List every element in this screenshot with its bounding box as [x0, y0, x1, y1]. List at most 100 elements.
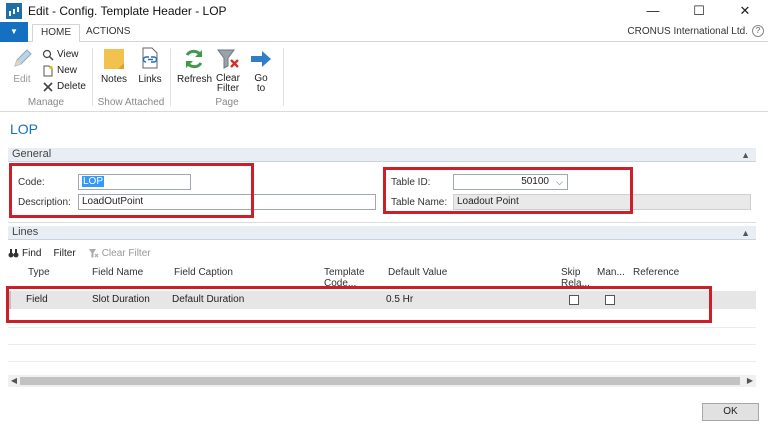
refresh-button[interactable]: Refresh: [177, 46, 213, 85]
find-button-label: Find: [22, 247, 42, 259]
edit-button-label: Edit: [13, 74, 31, 85]
skip-relation-checkbox[interactable]: [569, 295, 579, 305]
binoculars-icon: [8, 248, 19, 259]
table-row[interactable]: Field Slot Duration Default Duration 0.5…: [8, 291, 756, 309]
delete-x-icon: [42, 81, 54, 93]
table-id-field[interactable]: 50100 ⌵: [453, 174, 568, 190]
pencil-icon: [9, 46, 35, 72]
go-to-label-2: to: [256, 83, 266, 94]
column-header-skip-line1: Skip: [561, 267, 581, 278]
lines-fasttab-title: Lines: [12, 226, 39, 238]
lines-grid-header: Type Field Name Field Caption Template Co…: [8, 265, 756, 289]
scroll-left-icon[interactable]: ◀: [8, 375, 20, 387]
description-label: Description:: [18, 197, 71, 208]
tab-actions[interactable]: ACTIONS: [78, 24, 138, 43]
cell-field-caption[interactable]: Default Duration: [172, 294, 244, 305]
clear-filter-button[interactable]: Clear Filter: [213, 46, 243, 94]
ribbon-group-show-attached: Notes Links Show Attached: [93, 42, 169, 112]
clear-filter-icon: [215, 46, 241, 72]
column-header-default-value[interactable]: Default Value: [388, 267, 447, 278]
description-field[interactable]: LoadOutPoint: [78, 194, 376, 210]
window-title: Edit - Config. Template Header - LOP: [28, 4, 227, 18]
table-name-field: Loadout Point: [453, 194, 751, 210]
ribbon-group-page-label: Page: [215, 97, 239, 108]
general-fasttab-body: Code: LOP Description: LoadOutPoint Tabl…: [8, 163, 756, 223]
magnifier-icon: [42, 49, 54, 61]
scroll-right-icon[interactable]: ▶: [744, 375, 756, 387]
column-header-skip-line2: Rela...: [561, 278, 590, 289]
new-button-label: New: [57, 65, 78, 76]
find-button[interactable]: Find: [8, 248, 41, 259]
go-to-button[interactable]: Go to: [247, 46, 275, 94]
view-button-label: View: [57, 49, 79, 60]
filter-button-label: Filter: [53, 247, 76, 259]
application-menu-button[interactable]: ▼: [0, 22, 28, 42]
refresh-button-label: Refresh: [177, 74, 213, 85]
close-button[interactable]: ✕: [722, 0, 768, 22]
ribbon-group-manage-label: Manage: [27, 97, 65, 108]
arrow-right-icon: [248, 46, 274, 72]
column-header-template-code-line2: Code...: [324, 278, 357, 289]
table-name-label: Table Name:: [391, 197, 448, 208]
general-fasttab-header[interactable]: General ▲: [8, 148, 756, 162]
tab-home[interactable]: HOME: [32, 24, 80, 43]
dropdown-chevron-icon[interactable]: ⌵: [556, 175, 563, 189]
general-fasttab-title: General: [12, 148, 52, 160]
notes-button-label: Notes: [100, 74, 128, 85]
column-header-reference[interactable]: Reference: [633, 267, 679, 278]
minimize-button[interactable]: —: [630, 0, 676, 22]
lines-fasttab-header[interactable]: Lines ▲: [8, 226, 756, 240]
ribbon: Edit View New Delete Manage Notes Links …: [0, 42, 768, 112]
clear-filter-lines-button[interactable]: Clear Filter: [88, 248, 151, 259]
row-selector[interactable]: [8, 291, 11, 309]
maximize-button[interactable]: ☐: [676, 0, 722, 22]
ok-button[interactable]: OK: [702, 403, 759, 421]
column-header-field-name[interactable]: Field Name: [92, 267, 143, 278]
sticky-note-icon: [101, 46, 127, 72]
grid-row-divider: [8, 344, 756, 345]
ribbon-group-page: Refresh Clear Filter Go to Page: [171, 42, 283, 112]
app-logo-icon: [6, 3, 22, 19]
ribbon-group-manage: Edit View New Delete Manage: [0, 42, 92, 112]
link-document-icon: [137, 46, 163, 72]
code-label: Code:: [18, 177, 45, 188]
refresh-icon: [181, 46, 207, 72]
links-button-label: Links: [138, 74, 162, 85]
grid-row-divider: [8, 327, 756, 328]
code-field[interactable]: LOP: [78, 174, 191, 190]
column-header-field-caption[interactable]: Field Caption: [174, 267, 233, 278]
links-button[interactable]: Links: [135, 46, 165, 85]
cell-type[interactable]: Field: [26, 294, 48, 305]
column-header-skip-relation[interactable]: Skip Rela...: [561, 267, 590, 289]
ribbon-separator: [283, 48, 284, 106]
new-document-icon: [42, 65, 54, 77]
column-header-template-code[interactable]: Template Code...: [324, 267, 365, 289]
column-header-type[interactable]: Type: [28, 267, 50, 278]
cell-field-name[interactable]: Slot Duration: [92, 294, 150, 305]
column-header-mandatory[interactable]: Man...: [597, 267, 625, 278]
page-title: LOP: [10, 121, 39, 137]
scrollbar-thumb[interactable]: [20, 377, 740, 385]
delete-button-label: Delete: [57, 81, 86, 92]
title-bar: Edit - Config. Template Header - LOP — ☐…: [0, 0, 768, 22]
code-value: LOP: [82, 176, 105, 187]
filter-button[interactable]: Filter: [53, 248, 75, 259]
horizontal-scrollbar[interactable]: ◀ ▶: [8, 375, 756, 387]
table-id-label: Table ID:: [391, 177, 431, 188]
delete-button[interactable]: Delete: [42, 79, 86, 94]
company-name: CRONUS International Ltd.: [627, 26, 748, 37]
new-button[interactable]: New: [42, 63, 77, 78]
mandatory-checkbox[interactable]: [605, 295, 615, 305]
clear-filter-lines-label: Clear Filter: [101, 247, 151, 259]
collapse-chevron-up-icon[interactable]: ▲: [741, 149, 750, 162]
cell-default-value[interactable]: 0.5 Hr: [386, 294, 413, 305]
collapse-chevron-up-icon[interactable]: ▲: [741, 227, 750, 240]
lines-toolbar: Find Filter Clear Filter: [8, 245, 163, 261]
view-button[interactable]: View: [42, 47, 79, 62]
clear-filter-icon: [88, 248, 99, 259]
notes-button[interactable]: Notes: [99, 46, 129, 85]
table-id-value: 50100: [521, 176, 549, 187]
edit-button[interactable]: Edit: [8, 46, 36, 85]
help-icon[interactable]: ?: [752, 25, 764, 37]
ribbon-tab-bar: ▼ HOME ACTIONS CRONUS International Ltd.…: [0, 22, 768, 43]
